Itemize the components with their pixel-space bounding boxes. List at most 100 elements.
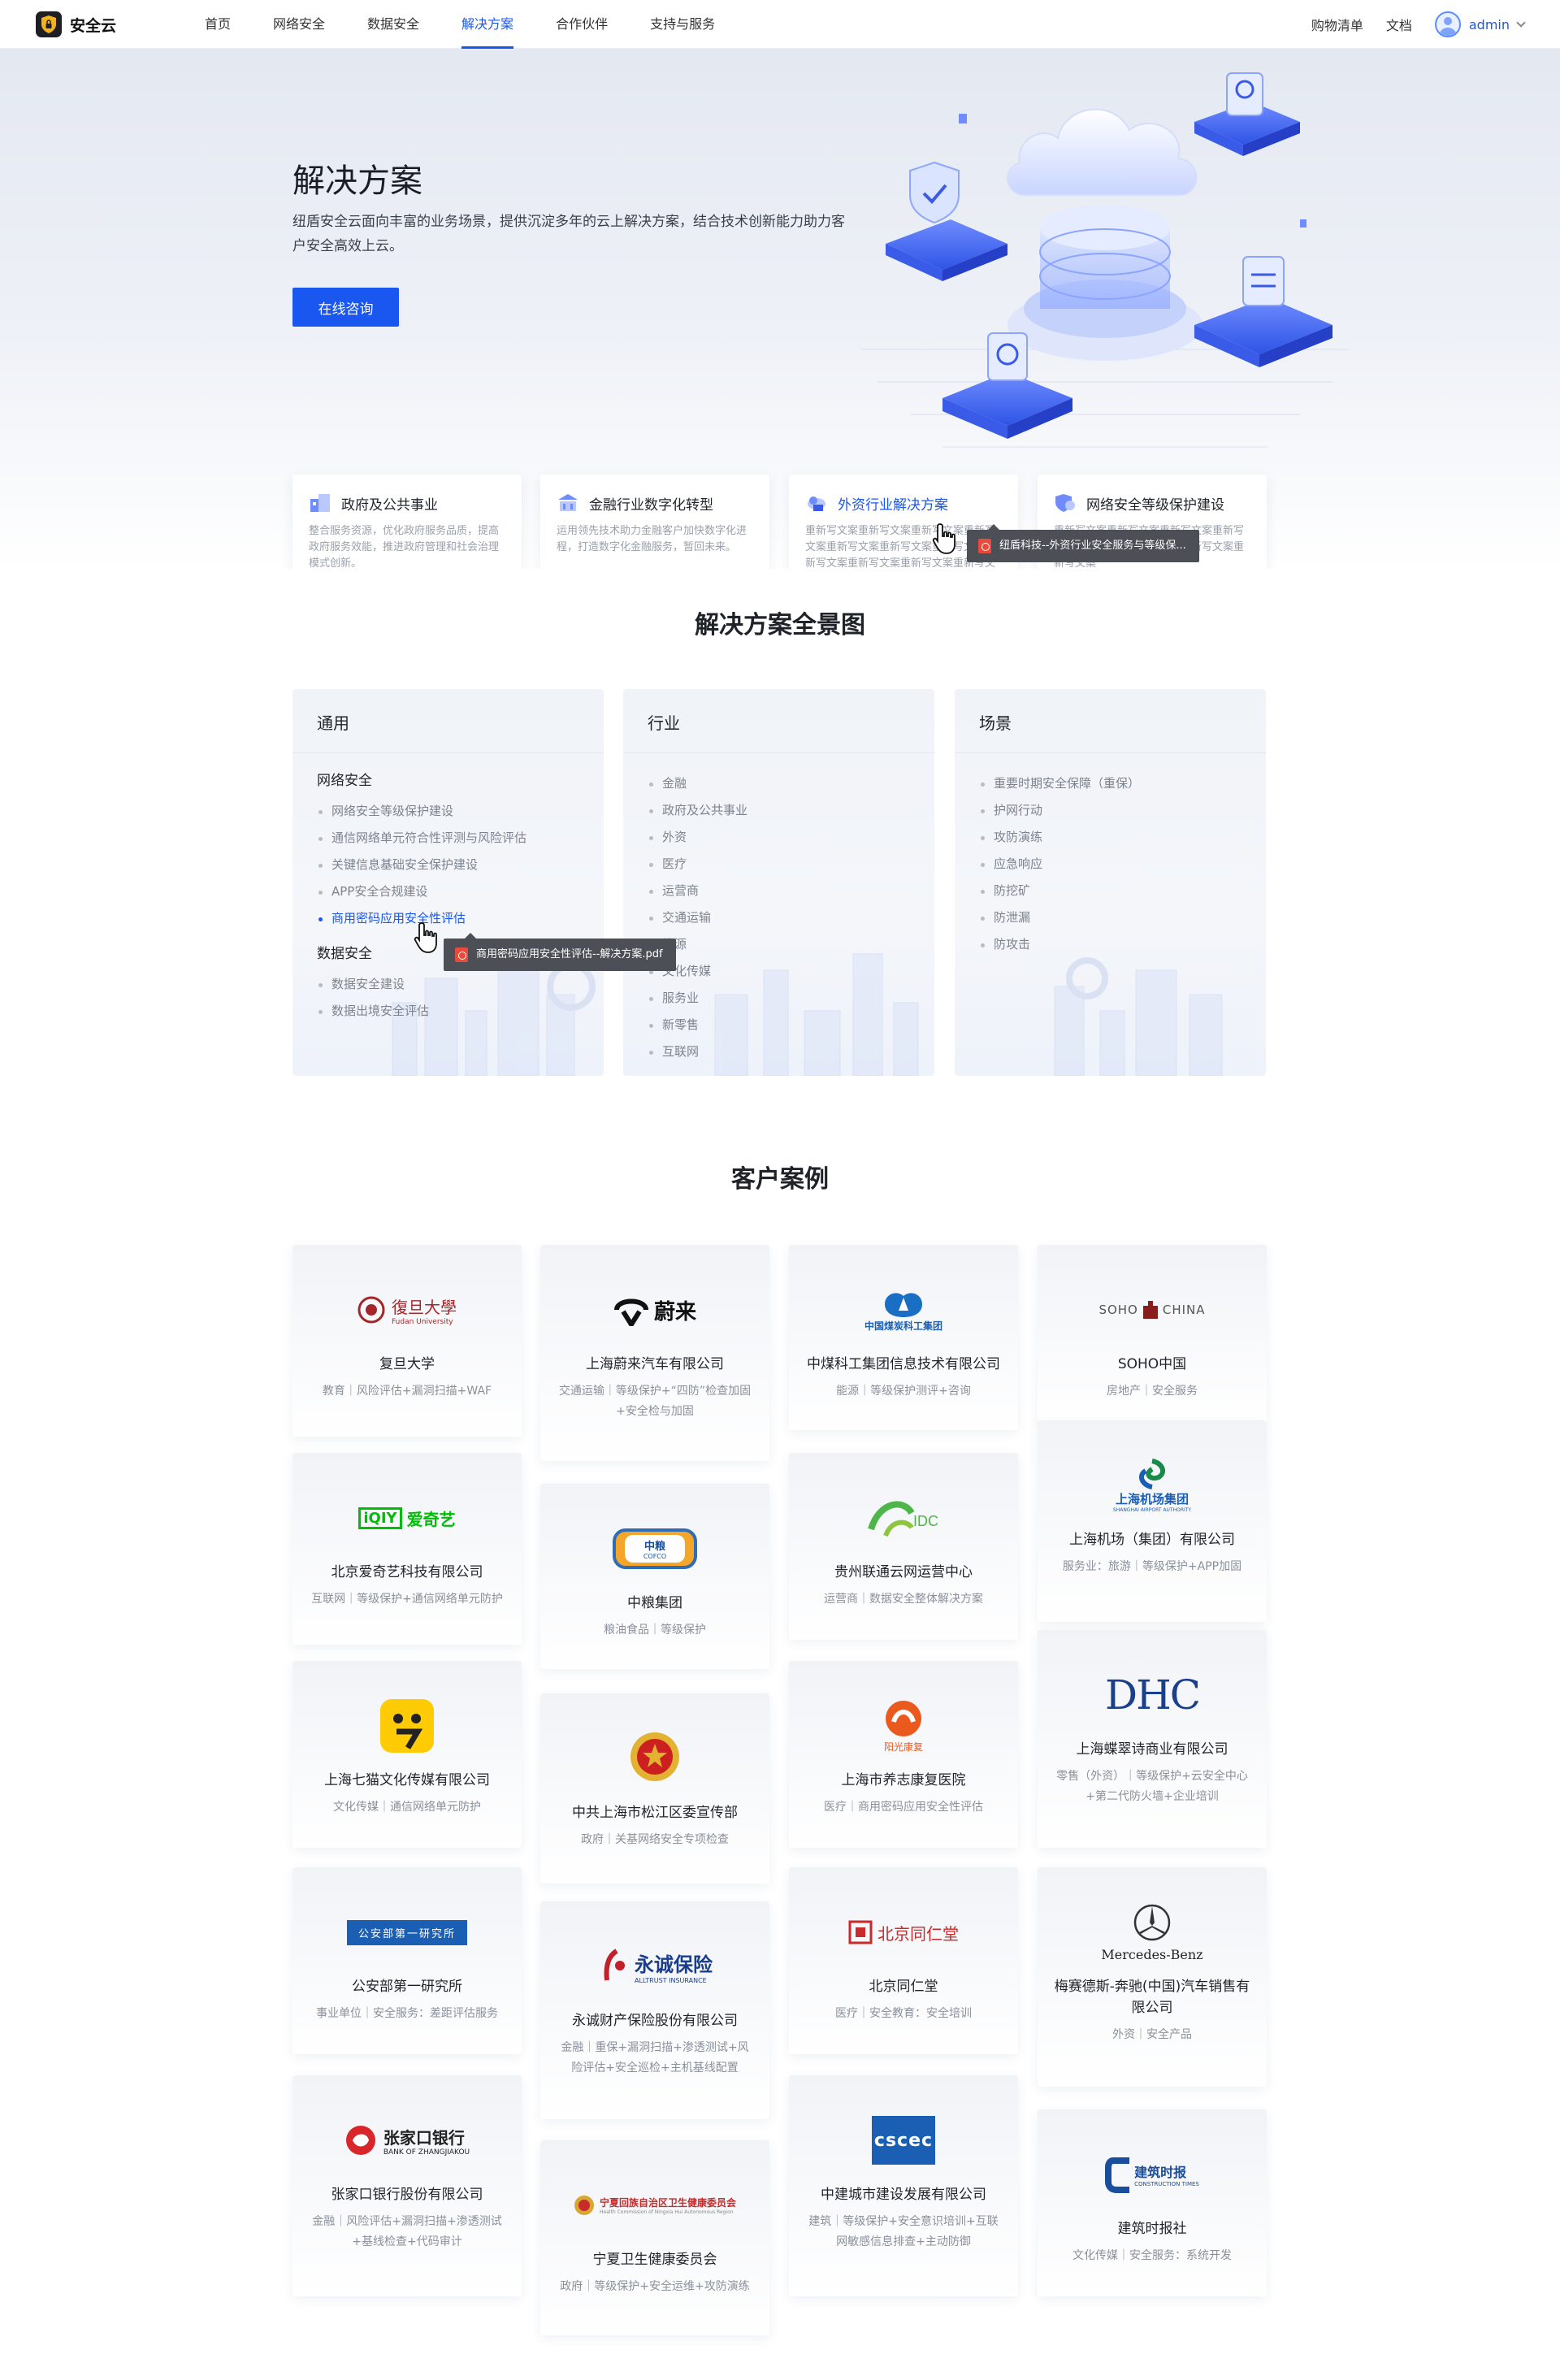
list-item[interactable]: 通信网络单元符合性评测与风险评估	[317, 825, 526, 852]
case-card-zjk-bank[interactable]: 张家口银行 BANK OF ZHANGJIAKOU 张家口银行股份有限公司 金融…	[292, 2075, 522, 2296]
svg-text:IDC: IDC	[913, 1513, 938, 1529]
column-title: 通用	[317, 713, 349, 733]
download-tooltip[interactable]: 商用密码应用安全性评估--解决方案.pdf	[444, 933, 676, 971]
cscec-logo-icon: cscec	[789, 2108, 1018, 2173]
case-name: 北京同仁堂	[869, 1979, 938, 1995]
list-item[interactable]: 互联网	[648, 1038, 748, 1065]
list-item[interactable]: 网络安全等级保护建设	[317, 798, 526, 825]
list-item[interactable]: 服务业	[648, 985, 748, 1012]
case-card-construction-times[interactable]: 建筑时报 CONSTRUCTION TIMES 建筑时报社 文化传媒｜安全服务：…	[1038, 2109, 1267, 2296]
cart-link[interactable]: 购物清单	[1311, 15, 1363, 34]
list-item[interactable]: 新零售	[648, 1012, 748, 1038]
case-card-mercedes[interactable]: Mercedes-Benz 梅赛德斯-奔驰(中国)汽车销售有限公司 外资｜安全产…	[1038, 1867, 1267, 2087]
case-name: SOHO中国	[1117, 1356, 1187, 1372]
list-item[interactable]: 防泄漏	[979, 904, 1140, 931]
list-item[interactable]: 关键信息基础安全保护建设	[317, 852, 526, 878]
user-menu[interactable]: admin	[1434, 11, 1526, 37]
industry-list: 金融 政府及公共事业 外资 医疗 运营商 交通运输 能源 文化传媒 服务业 新零…	[648, 770, 748, 1065]
hand-cursor-icon	[414, 922, 437, 953]
nav-network-security[interactable]: 网络安全	[273, 0, 325, 49]
case-card-alltrust[interactable]: 永诚保险 ALLTRUST INSURANCE 永诚财产保险股份有限公司 金融｜…	[540, 1901, 769, 2119]
soho-logo-icon: SOHO CHINA	[1098, 1301, 1206, 1319]
list-item[interactable]: 运营商	[648, 878, 748, 904]
case-card-mps-institute[interactable]: 公安部第一研究所 公安部第一研究所 事业单位｜安全服务：差距评估服务	[292, 1867, 522, 2054]
nav-data-security[interactable]: 数据安全	[367, 0, 419, 49]
case-name: 永诚财产保险股份有限公司	[572, 2013, 738, 2029]
list-item[interactable]: 护网行动	[979, 797, 1140, 824]
qimao-logo-icon	[292, 1693, 522, 1758]
fudan-logo-icon: 復旦大學 Fudan University	[292, 1277, 522, 1342]
list-item[interactable]: 金融	[648, 770, 748, 797]
solution-card-finance[interactable]: 金融行业数字化转型 运用领先技术助力金融客户加快数字化进程，打造数字化金融服务，…	[540, 475, 769, 569]
case-card-guizhou-unicom[interactable]: IDC 贵州联通云网运营中心 运营商｜数据安全整体解决方案	[789, 1453, 1018, 1640]
divider	[623, 752, 934, 753]
tooltip-text: 纽盾科技--外资行业安全服务与等级保...	[999, 540, 1186, 552]
case-card-iqiyi[interactable]: iQIY 爱奇艺 北京爱奇艺科技有限公司 互联网｜等级保护+通信网络单元防护	[292, 1453, 522, 1645]
list-item[interactable]: 数据出境安全评估	[317, 998, 526, 1025]
list-item[interactable]: 数据安全建设	[317, 971, 526, 998]
case-card-soho[interactable]: SOHO CHINA SOHO中国 房地产｜安全服务	[1038, 1245, 1267, 1422]
case-name: 公安部第一研究所	[352, 1979, 462, 1995]
case-name: 上海市养志康复医院	[841, 1772, 966, 1788]
case-card-nio[interactable]: 蔚来 上海蔚来汽车有限公司 交通运输｜等级保护+“四防”检查加固+安全检与加固	[540, 1245, 769, 1461]
case-card-tongrentang[interactable]: 北京同仁堂 北京同仁堂 医疗｜安全教育：安全培训	[789, 1867, 1018, 2054]
list-item[interactable]: APP安全合规建设	[317, 878, 526, 905]
case-card-cscec[interactable]: cscec 中建城市建设发展有限公司 建筑｜等级保护+安全意识培训+互联网敏感信…	[789, 2075, 1018, 2296]
list-item[interactable]: 攻防演练	[979, 824, 1140, 851]
shield-logo-icon	[36, 11, 62, 37]
panorama-industry-column: 行业 金融 政府及公共事业 外资 医疗 运营商 交通运输 能源 文化传媒 服务业…	[623, 689, 934, 1076]
nav-partners[interactable]: 合作伙伴	[556, 0, 608, 49]
docs-link[interactable]: 文档	[1386, 15, 1412, 34]
alltrust-logo-icon: 永诚保险 ALLTRUST INSURANCE	[540, 1934, 769, 1999]
solution-card-government[interactable]: 政府及公共事业 整合服务资源，优化政府服务品质，提高政府服务效能，推进政府管理和…	[292, 475, 522, 569]
column-title: 场景	[979, 713, 1012, 733]
case-card-ccteg[interactable]: 中国煤炭科工集团 中煤科工集团信息技术有限公司 能源｜等级保护测评+咨询	[789, 1245, 1018, 1430]
card-title: 外资行业解决方案	[838, 496, 948, 514]
case-card-songjiang[interactable]: 中共上海市松江区委宣传部 政府｜关基网络安全专项检查	[540, 1693, 769, 1884]
case-card-qimao[interactable]: 上海七猫文化传媒有限公司 文化传媒｜通信网络单元防护	[292, 1661, 522, 1848]
case-card-cofco[interactable]: 中粮 COFCO 中粮集团 粮油食品｜等级保护	[540, 1484, 769, 1669]
case-tags: 政府｜等级保护+安全运维+攻防演练	[560, 2280, 750, 2293]
list-item[interactable]: 防挖矿	[979, 878, 1140, 904]
nav-home[interactable]: 首页	[205, 0, 231, 49]
case-tags: 金融｜风险评估+漏洞扫描+渗透测试+基线检查+代码审计	[312, 2215, 502, 2248]
guizhou-idc-logo-icon: IDC	[789, 1485, 1018, 1550]
case-tags: 文化传媒｜通信网络单元防护	[333, 1801, 481, 1814]
list-item[interactable]: 医疗	[648, 851, 748, 878]
nav-solutions[interactable]: 解决方案	[462, 0, 514, 49]
cofco-logo-icon: 中粮 COFCO	[540, 1516, 769, 1581]
logo-text: 安全云	[70, 16, 117, 35]
case-card-shanghai-airport[interactable]: 上海机场集团 SHANGHAI AIRPORT AUTHORITY 上海机场（集…	[1038, 1420, 1267, 1622]
case-card-yangzhi[interactable]: 阳光康复 上海市养志康复医院 医疗｜商用密码应用安全性评估	[789, 1661, 1018, 1848]
list-item[interactable]: 应急响应	[979, 851, 1140, 878]
case-tags: 教育｜风险评估+漏洞扫描+WAF	[322, 1385, 492, 1398]
building-icon	[309, 492, 332, 514]
download-tooltip[interactable]: 纽盾科技--外资行业安全服务与等级保...	[967, 524, 1199, 562]
top-navbar: 安全云 首页 网络安全 数据安全 解决方案 合作伙伴 支持与服务 购物清单 文档…	[0, 0, 1560, 49]
case-name: 中共上海市松江区委宣传部	[572, 1805, 738, 1821]
online-consult-button[interactable]: 在线咨询	[292, 288, 399, 327]
case-name: 中煤科工集团信息技术有限公司	[807, 1356, 1000, 1372]
case-tags: 房地产｜安全服务	[1107, 1385, 1198, 1398]
card-title: 网络安全等级保护建设	[1086, 496, 1224, 514]
case-name: 张家口银行股份有限公司	[331, 2187, 483, 2203]
list-item[interactable]: 外资	[648, 824, 748, 851]
case-card-ningxia-health[interactable]: 宁夏回族自治区卫生健康委员会 Health Commission of Ning…	[540, 2140, 769, 2335]
hero-banner: 解决方案 纽盾安全云面向丰富的业务场景，提供沉淀多年的云上解决方案，结合技术创新…	[0, 49, 1560, 569]
construction-times-logo-icon: 建筑时报 CONSTRUCTION TIMES	[1038, 2142, 1267, 2207]
list-item[interactable]: 交通运输	[648, 904, 748, 931]
case-tags: 粮油食品｜等级保护	[604, 1624, 706, 1637]
list-item[interactable]: 重要时期安全保障（重保）	[979, 770, 1140, 797]
case-card-fudan[interactable]: 復旦大學 Fudan University 复旦大学 教育｜风险评估+漏洞扫描+…	[292, 1245, 522, 1437]
list-item[interactable]: 防攻击	[979, 931, 1140, 958]
list-item[interactable]: 政府及公共事业	[648, 797, 748, 824]
case-tags: 政府｜关基网络安全专项检查	[581, 1833, 729, 1846]
tooltip-text: 商用密码应用安全性评估--解决方案.pdf	[476, 948, 663, 960]
cloud-icon	[805, 492, 828, 514]
site-logo[interactable]: 安全云	[36, 11, 116, 37]
case-tags: 医疗｜安全教育：安全培训	[835, 2007, 972, 2020]
nav-support[interactable]: 支持与服务	[650, 0, 715, 49]
card-title: 金融行业数字化转型	[589, 496, 713, 514]
case-name: 建筑时报社	[1117, 2221, 1187, 2237]
case-card-dhc[interactable]: DHC 上海蝶翠诗商业有限公司 零售（外资）｜等级保护+云安全中心+第二代防火墙…	[1038, 1630, 1267, 1848]
